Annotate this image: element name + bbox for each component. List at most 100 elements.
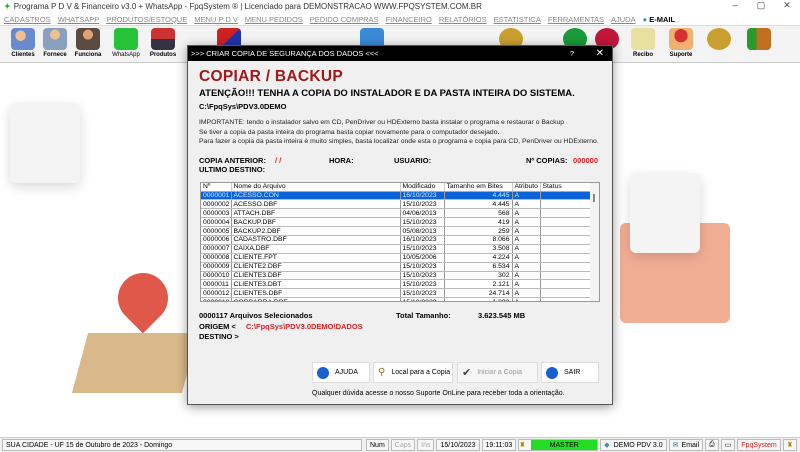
col-nome[interactable]: Nome do Arquivo bbox=[231, 183, 401, 192]
destino-label: DESTINO > bbox=[199, 332, 239, 341]
menu-estatistica[interactable]: ESTATISTICA bbox=[494, 15, 541, 24]
magnifier-icon: ⚲ bbox=[378, 367, 386, 378]
iniciar-copia-button[interactable]: ✔ Iniciar a Copia bbox=[457, 362, 538, 383]
toolbar-produtos[interactable]: Produtos bbox=[146, 28, 180, 62]
cell-modificado: 15/10/2023 bbox=[400, 288, 445, 299]
cell-atributo: A bbox=[512, 262, 541, 272]
warning-text: ATENÇÃO!!! TENHA A COPIA DO INSTALADOR E… bbox=[199, 88, 575, 99]
table-header: Nº Nome do Arquivo Modificado Tamanho em… bbox=[201, 183, 593, 192]
cell-atributo: A bbox=[512, 226, 541, 236]
cell-tamanho: 568 bbox=[444, 208, 513, 219]
table-row[interactable]: 0000007 CAIXA.DBF 15/10/2023 3.508 A bbox=[201, 244, 593, 254]
cell-modificado: 16/10/2023 bbox=[400, 191, 445, 201]
cell-atributo: A bbox=[512, 288, 541, 299]
col-modificado[interactable]: Modificado bbox=[400, 183, 445, 192]
cell-modificado: 10/05/2006 bbox=[400, 253, 445, 263]
toolbar-whatsapp[interactable]: WhatsApp bbox=[109, 28, 143, 62]
table-row[interactable]: 0000010 CLIENTE3.DBF 15/10/2023 302 A bbox=[201, 271, 593, 281]
menu-produtos-estoque[interactable]: PRODUTOS/ESTOQUE bbox=[106, 15, 187, 24]
ajuda-button[interactable]: AJUDA bbox=[312, 362, 370, 383]
cell-nome: BACKUP2.DBF bbox=[231, 226, 401, 236]
menu-pdv[interactable]: MENU P D V bbox=[194, 15, 238, 24]
cell-status bbox=[540, 262, 593, 272]
cell-numero: 0000008 bbox=[201, 253, 232, 263]
exit-door-icon bbox=[747, 28, 771, 50]
cell-nome: CLIENTE3.DBT bbox=[231, 279, 401, 290]
cell-numero: 0000007 bbox=[201, 244, 232, 254]
cell-atributo: A bbox=[512, 217, 541, 228]
close-button[interactable]: ✕ bbox=[774, 0, 800, 13]
checkmark-icon: ✔ bbox=[462, 367, 472, 379]
table-scrollbar[interactable] bbox=[590, 183, 599, 301]
cell-modificado: 15/10/2023 bbox=[400, 297, 445, 301]
col-tamanho[interactable]: Tamanho em Bites bbox=[444, 183, 513, 192]
menu-ferramentas[interactable]: FERRAMENTAS bbox=[548, 15, 604, 24]
toolbar-funciona[interactable]: Funciona bbox=[71, 28, 105, 62]
table-row[interactable]: 0000001 ACESSO.CON 16/10/2023 4.445 A bbox=[201, 191, 593, 201]
table-row[interactable]: 0000006 CADASTRO.DBF 16/10/2023 8.066 A bbox=[201, 235, 593, 245]
dialog-help-button[interactable]: ? bbox=[570, 49, 574, 58]
scrollbar-thumb[interactable] bbox=[593, 194, 595, 202]
cell-nome: CAIXA.DBF bbox=[231, 244, 401, 254]
toolbar-suporte[interactable]: Suporte bbox=[664, 28, 698, 62]
cell-tamanho: 8.066 bbox=[444, 235, 513, 245]
menu-whatsapp[interactable]: WHATSAPP bbox=[58, 15, 100, 24]
computer-icon[interactable]: ▭ bbox=[720, 439, 736, 451]
minimize-button[interactable]: – bbox=[722, 0, 748, 13]
toolbar-fornece[interactable]: Fornece bbox=[38, 28, 72, 62]
menu-pedido-compras[interactable]: PEDIDO COMPRAS bbox=[310, 15, 379, 24]
cell-numero: 0000005 bbox=[201, 226, 232, 236]
sair-button[interactable]: SAIR bbox=[541, 362, 599, 383]
info-text: IMPORTANTE: tendo o instalador salvo em … bbox=[199, 119, 599, 145]
status-email[interactable]: ✉ Email bbox=[668, 439, 704, 451]
toolbar-recibo[interactable]: Recibo bbox=[626, 28, 660, 62]
menu-bar: CADASTROS WHATSAPP PRODUTOS/ESTOQUE MENU… bbox=[0, 13, 800, 25]
printer-icon[interactable]: ⎙ bbox=[705, 439, 719, 451]
table-row[interactable]: 0000002 ACESSO.DBF 15/10/2023 4.445 A bbox=[201, 199, 593, 210]
system-path: C:\FpqSys\PDV3.0DEMO bbox=[199, 102, 287, 111]
cell-status bbox=[540, 288, 593, 299]
cell-status bbox=[540, 226, 593, 236]
ncopias-label: Nº COPIAS: bbox=[526, 156, 568, 165]
toolbar-exit[interactable] bbox=[742, 28, 776, 62]
products-icon bbox=[151, 28, 175, 50]
total-label: Total Tamanho: bbox=[396, 311, 451, 320]
toolbar-item[interactable] bbox=[702, 28, 736, 62]
shopping-bag-image bbox=[10, 103, 80, 183]
menu-relatorios[interactable]: RELATÓRIOS bbox=[439, 15, 487, 24]
origem-value: C:\FpqSys\PDV3.0DEMO\DADOS bbox=[246, 322, 363, 331]
cell-numero: 0000006 bbox=[201, 235, 232, 245]
cell-atributo: A bbox=[512, 271, 541, 281]
local-copia-button[interactable]: ⚲ Local para a Copia bbox=[373, 362, 453, 383]
files-table[interactable]: Nº Nome do Arquivo Modificado Tamanho em… bbox=[200, 182, 600, 302]
cell-tamanho: 4.445 bbox=[444, 191, 513, 201]
cell-atributo: A bbox=[512, 279, 541, 290]
table-row[interactable]: 0000013CODBARRA.DBF15/10/20231.090A bbox=[201, 297, 593, 301]
table-row[interactable]: 0000012 CLIENTES.DBF 15/10/2023 24.714 A bbox=[201, 288, 593, 299]
cell-status bbox=[540, 297, 593, 301]
table-row[interactable]: 0000005 BACKUP2.DBF 05/08/2013 259 A bbox=[201, 226, 593, 236]
table-row[interactable]: 0000011 CLIENTE3.DBT 15/10/2023 2.121 A bbox=[201, 279, 593, 290]
table-row[interactable]: 0000009 CLIENTE2.DBF 15/10/2023 6.534 A bbox=[201, 262, 593, 272]
dialog-close-button[interactable]: ✕ bbox=[596, 48, 604, 59]
cell-status bbox=[540, 244, 593, 254]
table-row[interactable]: 0000004 BACKUP.DBF 15/10/2023 419 A bbox=[201, 217, 593, 228]
toolbar-clientes[interactable]: Clientes bbox=[6, 28, 40, 62]
cell-nome: CLIENTE3.DBF bbox=[231, 271, 401, 281]
menu-email[interactable]: ● E-MAIL bbox=[643, 15, 675, 24]
menu-financeiro[interactable]: FINANCEIRO bbox=[386, 15, 432, 24]
receipt-icon bbox=[631, 28, 655, 50]
col-atributo[interactable]: Atributo bbox=[512, 183, 541, 192]
table-row[interactable]: 0000008 CLIENTE.FPT 10/05/2006 4.224 A bbox=[201, 253, 593, 263]
col-status[interactable]: Status bbox=[540, 183, 593, 192]
table-row[interactable]: 0000003 ATTACH.DBF 04/06/2013 568 A bbox=[201, 208, 593, 219]
cell-atributo: A bbox=[512, 244, 541, 254]
email-icon: ● bbox=[642, 14, 648, 24]
menu-cadastros[interactable]: CADASTROS bbox=[4, 15, 51, 24]
menu-pedidos[interactable]: MENU PEDIDOS bbox=[245, 15, 303, 24]
cell-tamanho: 6.534 bbox=[444, 262, 513, 272]
maximize-button[interactable]: ▢ bbox=[748, 0, 774, 13]
col-numero[interactable]: Nº bbox=[201, 183, 232, 192]
menu-ajuda[interactable]: AJUDA bbox=[611, 15, 636, 24]
footer-text: Qualquer dúvida acesse o nosso Suporte O… bbox=[312, 390, 565, 397]
